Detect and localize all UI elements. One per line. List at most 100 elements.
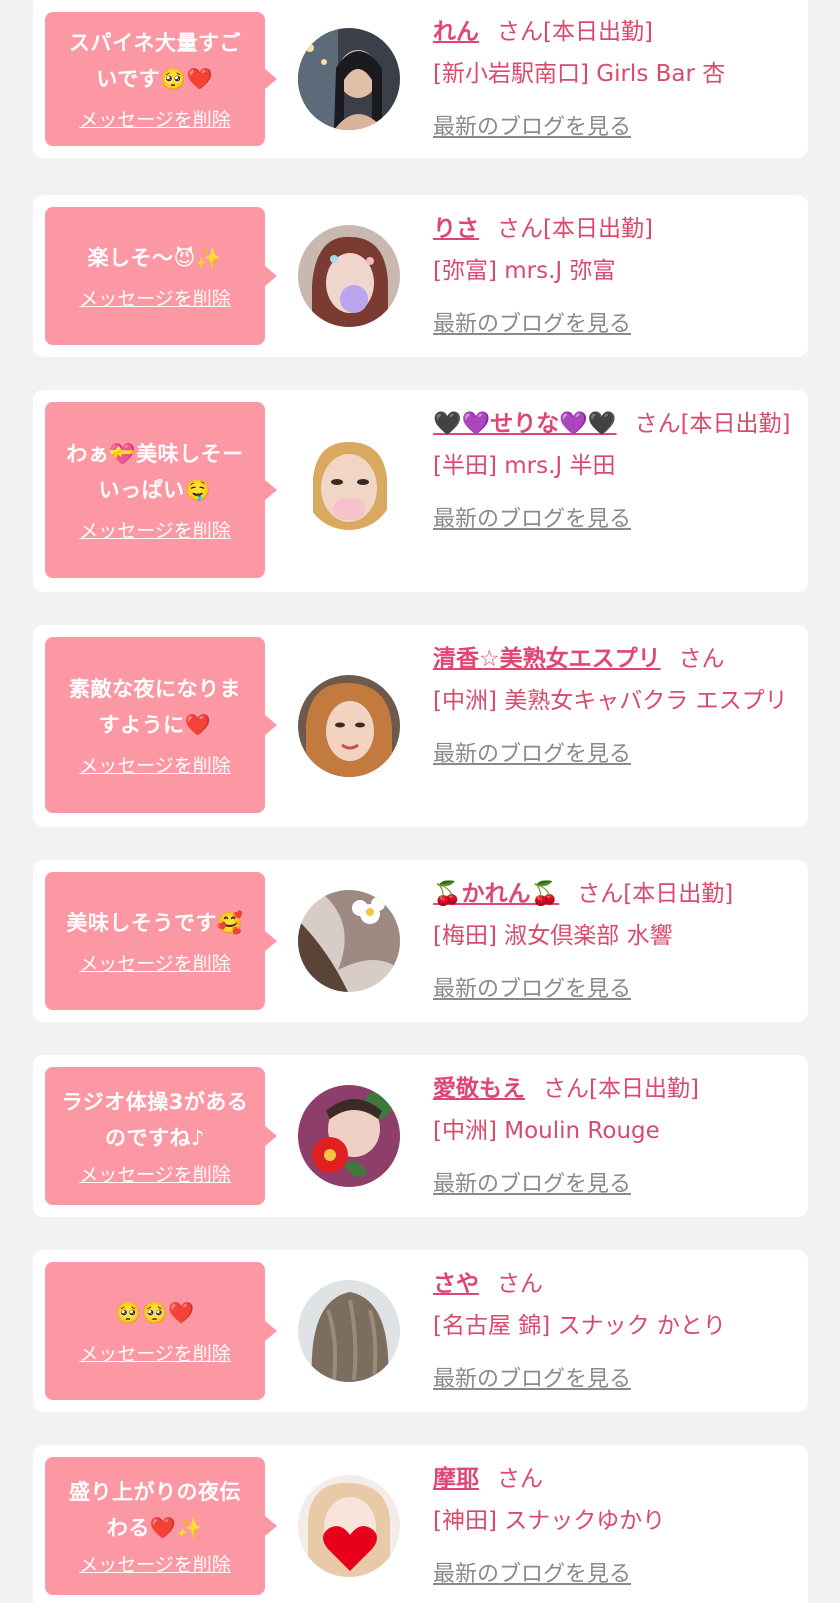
cast-suffix: さん bbox=[497, 1271, 543, 1297]
message-card: 素敵な夜になりま すように❤️ メッセージを削除 清香☆美熟女エスプリ さん [中… bbox=[33, 625, 808, 827]
delete-message-button[interactable]: メッセージを削除 bbox=[79, 284, 231, 311]
cast-suffix: さん[本日出勤] bbox=[497, 216, 653, 242]
cast-name-link[interactable]: 🍒かれん🍒 bbox=[433, 881, 559, 907]
delete-message-button[interactable]: メッセージを削除 bbox=[79, 516, 231, 543]
name-line: 摩耶 さん bbox=[433, 1459, 796, 1499]
message-line: 🥺🥺❤️ bbox=[115, 1300, 195, 1325]
cast-suffix: さん bbox=[678, 646, 725, 672]
latest-blog-link[interactable]: 最新のブログを見る bbox=[433, 735, 631, 775]
cast-info: さや さん [名古屋 錦] スナック かとり 最新のブログを見る bbox=[433, 1264, 796, 1400]
name-line: 🍒かれん🍒 さん[本日出勤] bbox=[433, 874, 796, 914]
name-line: さや さん bbox=[433, 1264, 796, 1304]
cast-info: 摩耶 さん [神田] スナックゆかり 最新のブログを見る bbox=[433, 1459, 796, 1595]
message-bubble: 楽しそ〜😈✨ メッセージを削除 bbox=[45, 207, 277, 345]
delete-message-button[interactable]: メッセージを削除 bbox=[79, 105, 231, 132]
cast-suffix: さん bbox=[497, 1466, 543, 1492]
shop-name: [神田] スナックゆかり bbox=[433, 1508, 666, 1534]
message-bubble: 盛り上がりの夜伝 わる❤️✨ メッセージを削除 bbox=[45, 1457, 277, 1595]
avatar[interactable] bbox=[298, 1475, 400, 1577]
message-line: 素敵な夜になりま bbox=[69, 676, 241, 701]
name-line: 愛敬もえ さん[本日出勤] bbox=[433, 1069, 796, 1109]
avatar[interactable] bbox=[298, 890, 400, 992]
cast-name-link[interactable]: 愛敬もえ bbox=[433, 1076, 525, 1102]
latest-blog-link[interactable]: 最新のブログを見る bbox=[433, 500, 631, 540]
name-line: れん さん[本日出勤] bbox=[433, 12, 796, 52]
message-card: 楽しそ〜😈✨ メッセージを削除 りさ さん[本日出勤] [弥富] mrs.J 弥富… bbox=[33, 195, 808, 357]
message-bubble: ラジオ体操3がある のですね♪ メッセージを削除 bbox=[45, 1067, 277, 1205]
cast-info: りさ さん[本日出勤] [弥富] mrs.J 弥富 最新のブログを見る bbox=[433, 209, 796, 345]
message-line: いです🥺❤️ bbox=[96, 66, 214, 91]
cast-info: 🍒かれん🍒 さん[本日出勤] [梅田] 淑女倶楽部 水響 最新のブログを見る bbox=[433, 874, 796, 1010]
cast-suffix: さん[本日出勤] bbox=[497, 19, 653, 45]
cast-name-link[interactable]: 🖤💜せりな💜🖤 bbox=[433, 411, 617, 437]
message-bubble: スパイネ大量すご いです🥺❤️ メッセージを削除 bbox=[45, 12, 277, 146]
delete-message-button[interactable]: メッセージを削除 bbox=[79, 1339, 231, 1366]
cast-name-link[interactable]: さや bbox=[433, 1271, 479, 1297]
shop-name: [中洲] Moulin Rouge bbox=[433, 1118, 660, 1144]
message-text: 盛り上がりの夜伝 わる❤️✨ bbox=[69, 1474, 241, 1546]
cast-suffix: さん[本日出勤] bbox=[577, 881, 734, 907]
cast-info: れん さん[本日出勤] [新小岩駅南口] Girls Bar 杏 最新のブログを見… bbox=[433, 12, 796, 148]
delete-message-button[interactable]: メッセージを削除 bbox=[79, 949, 231, 976]
shop-name: [半田] mrs.J 半田 bbox=[433, 453, 616, 479]
message-text: 楽しそ〜😈✨ bbox=[87, 240, 222, 276]
message-text: スパイネ大量すご いです🥺❤️ bbox=[69, 25, 241, 97]
message-line: わる❤️✨ bbox=[106, 1515, 204, 1540]
shop-name: [弥富] mrs.J 弥富 bbox=[433, 258, 616, 284]
delete-message-button[interactable]: メッセージを削除 bbox=[79, 751, 231, 778]
delete-message-button[interactable]: メッセージを削除 bbox=[79, 1550, 231, 1577]
latest-blog-link[interactable]: 最新のブログを見る bbox=[433, 1555, 631, 1595]
message-line: スパイネ大量すご bbox=[69, 30, 241, 55]
avatar[interactable] bbox=[298, 225, 400, 327]
message-bubble: 🥺🥺❤️ メッセージを削除 bbox=[45, 1262, 277, 1400]
message-line: いっぱい🤤 bbox=[98, 477, 212, 502]
message-card: 美味しそうです🥰 メッセージを削除 🍒かれん🍒 さん[本日出勤] [梅田] 淑女倶… bbox=[33, 860, 808, 1022]
latest-blog-link[interactable]: 最新のブログを見る bbox=[433, 970, 631, 1010]
message-text: ラジオ体操3がある のですね♪ bbox=[62, 1084, 249, 1156]
cast-info: 🖤💜せりな💜🖤 さん[本日出勤] [半田] mrs.J 半田 最新のブログを見る bbox=[433, 404, 796, 540]
delete-message-button[interactable]: メッセージを削除 bbox=[79, 1160, 231, 1187]
cast-suffix: さん[本日出勤] bbox=[634, 411, 791, 437]
avatar[interactable] bbox=[298, 1085, 400, 1187]
message-line: 楽しそ〜😈✨ bbox=[87, 245, 223, 270]
cast-info: 愛敬もえ さん[本日出勤] [中洲] Moulin Rouge 最新のブログを見る bbox=[433, 1069, 796, 1205]
message-card: ラジオ体操3がある のですね♪ メッセージを削除 愛敬もえ さん[本日出勤] [中… bbox=[33, 1055, 808, 1217]
name-line: 清香☆美熟女エスプリ さん bbox=[433, 639, 796, 679]
avatar[interactable] bbox=[298, 675, 400, 777]
message-line: 美味しそうです🥰 bbox=[66, 910, 244, 935]
shop-name: [新小岩駅南口] Girls Bar 杏 bbox=[433, 61, 726, 87]
message-text: 美味しそうです🥰 bbox=[66, 905, 243, 941]
message-line: 盛り上がりの夜伝 bbox=[69, 1479, 241, 1504]
shop-name: [梅田] 淑女倶楽部 水響 bbox=[433, 923, 673, 949]
name-line: りさ さん[本日出勤] bbox=[433, 209, 796, 249]
message-card: 盛り上がりの夜伝 わる❤️✨ メッセージを削除 摩耶 さん [神田] スナックゆか… bbox=[33, 1445, 808, 1603]
cast-suffix: さん[本日出勤] bbox=[543, 1076, 699, 1102]
latest-blog-link[interactable]: 最新のブログを見る bbox=[433, 305, 631, 345]
message-bubble: 美味しそうです🥰 メッセージを削除 bbox=[45, 872, 277, 1010]
message-line: のですね♪ bbox=[105, 1125, 205, 1150]
message-text: 🥺🥺❤️ bbox=[115, 1295, 195, 1331]
latest-blog-link[interactable]: 最新のブログを見る bbox=[433, 1360, 631, 1400]
message-text: 素敵な夜になりま すように❤️ bbox=[69, 671, 241, 743]
message-card: スパイネ大量すご いです🥺❤️ メッセージを削除 れん さん[本日出勤] [新小岩… bbox=[33, 0, 808, 158]
latest-blog-link[interactable]: 最新のブログを見る bbox=[433, 1165, 631, 1205]
latest-blog-link[interactable]: 最新のブログを見る bbox=[433, 108, 631, 148]
cast-info: 清香☆美熟女エスプリ さん [中洲] 美熟女キャバクラ エスプリ 最新のブログを見… bbox=[433, 639, 796, 775]
message-card: わぁ💝美味しそー いっぱい🤤 メッセージを削除 🖤💜せりな💜🖤 さん[本日出勤] … bbox=[33, 390, 808, 592]
name-line: 🖤💜せりな💜🖤 さん[本日出勤] bbox=[433, 404, 796, 444]
cast-name-link[interactable]: 清香☆美熟女エスプリ bbox=[433, 646, 661, 672]
message-line: わぁ💝美味しそー bbox=[66, 441, 244, 466]
message-text: わぁ💝美味しそー いっぱい🤤 bbox=[66, 436, 243, 508]
shop-name: [名古屋 錦] スナック かとり bbox=[433, 1313, 726, 1339]
message-list: スパイネ大量すご いです🥺❤️ メッセージを削除 れん さん[本日出勤] [新小岩… bbox=[0, 0, 840, 1603]
shop-name: [中洲] 美熟女キャバクラ エスプリ bbox=[433, 688, 788, 714]
cast-name-link[interactable]: れん bbox=[433, 19, 479, 45]
message-line: ラジオ体操3がある bbox=[61, 1089, 249, 1114]
message-line: すように❤️ bbox=[98, 712, 212, 737]
avatar[interactable] bbox=[298, 28, 400, 130]
avatar[interactable] bbox=[303, 438, 395, 530]
cast-name-link[interactable]: 摩耶 bbox=[433, 1466, 479, 1492]
cast-name-link[interactable]: りさ bbox=[433, 216, 479, 242]
message-bubble: わぁ💝美味しそー いっぱい🤤 メッセージを削除 bbox=[45, 402, 277, 578]
avatar[interactable] bbox=[298, 1280, 400, 1382]
